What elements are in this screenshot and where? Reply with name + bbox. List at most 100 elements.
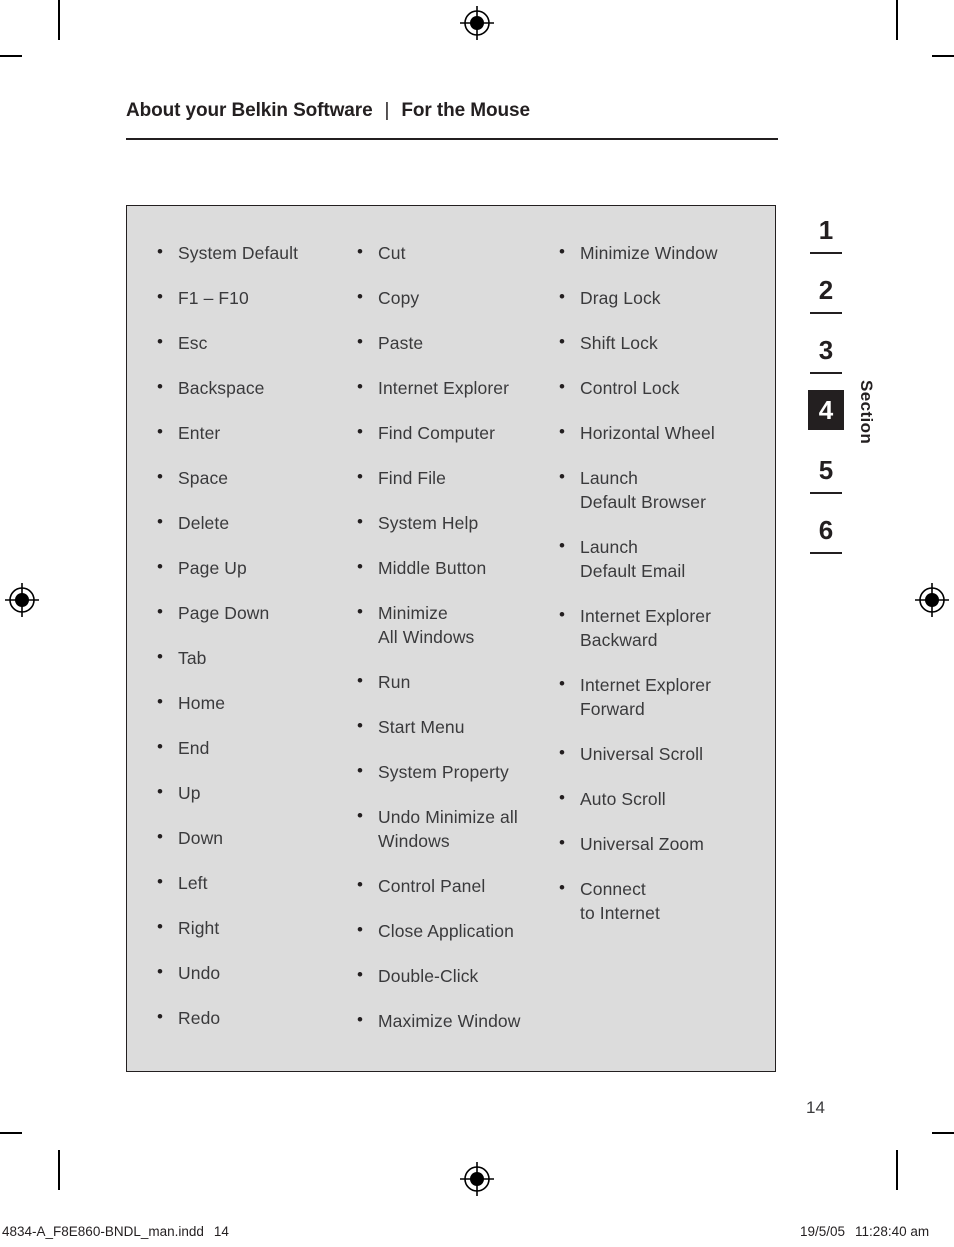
- feature-list-item: Internet Explorer Forward: [557, 672, 762, 721]
- feature-item-label: F1 – F10: [178, 288, 249, 308]
- feature-item-label: Horizontal Wheel: [580, 423, 715, 443]
- feature-item-label: Esc: [178, 333, 208, 353]
- feature-list-item: Universal Zoom: [557, 831, 762, 856]
- print-footer-page: 14: [213, 1224, 229, 1239]
- feature-item-label: Home: [178, 693, 226, 713]
- feature-list-item: Launch Default Browser: [557, 465, 762, 514]
- feature-columns: System Default F1 – F10 Esc Backspace Enter S…: [127, 206, 775, 1071]
- section-tab-divider: [810, 312, 842, 314]
- feature-list-item: Enter: [155, 420, 355, 445]
- feature-item-label: Universal Zoom: [580, 834, 704, 854]
- registration-mark-left: [5, 583, 39, 617]
- feature-list-item: Right: [155, 915, 355, 940]
- header-separator: |: [384, 100, 390, 121]
- feature-column-keyboard-commands: System Default F1 – F10 Esc Backspace Enter S…: [155, 240, 355, 1051]
- feature-item-label: Run: [378, 672, 411, 692]
- feature-item-label: System Help: [378, 513, 479, 533]
- section-tab-number: 3: [818, 335, 834, 365]
- feature-item-label-line2: Default Email: [580, 561, 686, 581]
- registration-mark-right: [915, 583, 949, 617]
- feature-item-label: Internet Explorer: [580, 675, 712, 695]
- feature-list-item: Space: [155, 465, 355, 490]
- feature-item-label: Launch: [580, 468, 639, 488]
- feature-item-label: Middle Button: [378, 558, 487, 578]
- feature-item-label-line2: Windows: [378, 831, 450, 851]
- page-subtitle: For the Mouse: [401, 100, 530, 121]
- feature-list-item: Esc: [155, 330, 355, 355]
- feature-list-item: Minimize Window: [557, 240, 762, 265]
- feature-list-item: Tab: [155, 645, 355, 670]
- print-footer-time: 11:28:40 am: [855, 1224, 930, 1239]
- feature-item-label: Undo: [178, 963, 221, 983]
- feature-item-label-line2: All Windows: [378, 627, 475, 647]
- feature-item-label: Drag Lock: [580, 288, 661, 308]
- crop-mark-top-right-vertical: [896, 0, 898, 40]
- feature-list-item: System Default: [155, 240, 355, 265]
- feature-item-label: Close Application: [378, 921, 514, 941]
- feature-item-label: Enter: [178, 423, 221, 443]
- header-title-row: About your Belkin Software | For the Mouse: [126, 100, 778, 122]
- feature-list-item: Run: [355, 669, 555, 694]
- feature-list-item: Page Down: [155, 600, 355, 625]
- section-tab-divider: [810, 492, 842, 494]
- feature-list-item: End: [155, 735, 355, 760]
- feature-list-item: Middle Button: [355, 555, 555, 580]
- feature-item-label: Left: [178, 873, 208, 893]
- section-navigation-label: Section: [857, 380, 876, 445]
- section-navigation: 1 2 3 4 5 6: [808, 210, 844, 570]
- feature-list-item: Horizontal Wheel: [557, 420, 762, 445]
- feature-item-label: Maximize Window: [378, 1011, 521, 1031]
- feature-list-column-1: System Default F1 – F10 Esc Backspace Enter S…: [155, 240, 355, 1030]
- section-tab-number: 6: [818, 515, 834, 545]
- feature-list-panel: System Default F1 – F10 Esc Backspace Enter S…: [126, 205, 776, 1072]
- section-tab-5[interactable]: 5: [808, 450, 844, 498]
- feature-item-label: Internet Explorer: [378, 378, 510, 398]
- feature-item-label: Redo: [178, 1008, 221, 1028]
- feature-list-item: Control Lock: [557, 375, 762, 400]
- feature-list-item: Home: [155, 690, 355, 715]
- feature-list-item: Control Panel: [355, 873, 555, 898]
- feature-list-item: Paste: [355, 330, 555, 355]
- feature-item-label: Backspace: [178, 378, 265, 398]
- feature-list-item: Page Up: [155, 555, 355, 580]
- feature-item-label-line2: Default Browser: [580, 492, 706, 512]
- section-tab-1[interactable]: 1: [808, 210, 844, 258]
- feature-list-item: Down: [155, 825, 355, 850]
- print-footer-left: 4834-A_F8E860-BNDL_man.indd 14: [2, 1224, 229, 1239]
- feature-list-item: Close Application: [355, 918, 555, 943]
- feature-item-label: Control Panel: [378, 876, 486, 896]
- feature-list-item: Internet Explorer: [355, 375, 555, 400]
- feature-list-item: Auto Scroll: [557, 786, 762, 811]
- feature-item-label: Page Up: [178, 558, 247, 578]
- feature-item-label: Minimize: [378, 603, 448, 623]
- feature-list-item: Start Menu: [355, 714, 555, 739]
- section-tab-number: 4: [808, 390, 844, 430]
- feature-item-label: Find Computer: [378, 423, 496, 443]
- section-tab-6[interactable]: 6: [808, 510, 844, 558]
- feature-item-label: Launch: [580, 537, 639, 557]
- registration-mark-bottom: [460, 1162, 494, 1196]
- feature-item-label: Control Lock: [580, 378, 680, 398]
- feature-item-label: Copy: [378, 288, 420, 308]
- section-tab-number: 5: [818, 455, 834, 485]
- section-tab-3[interactable]: 3: [808, 330, 844, 378]
- section-tab-divider: [810, 552, 842, 554]
- section-tab-2[interactable]: 2: [808, 270, 844, 318]
- feature-list-item: Backspace: [155, 375, 355, 400]
- header-divider: [126, 138, 778, 140]
- feature-list-item: Maximize Window: [355, 1008, 555, 1033]
- page-title: About your Belkin Software: [126, 100, 373, 121]
- feature-item-label-line2: Forward: [580, 699, 645, 719]
- crop-mark-bottom-right-vertical: [896, 1150, 898, 1190]
- feature-list-column-3: Minimize Window Drag Lock Shift Lock Contro…: [557, 240, 762, 925]
- feature-column-mouse-commands: Minimize Window Drag Lock Shift Lock Contro…: [557, 240, 762, 946]
- feature-list-item: Connect to Internet: [557, 876, 762, 925]
- crop-mark-top-left-horizontal: [0, 55, 22, 57]
- section-tab-4[interactable]: 4: [808, 390, 844, 438]
- feature-list-item: Copy: [355, 285, 555, 310]
- feature-item-label: End: [178, 738, 210, 758]
- feature-list-column-2: Cut Copy Paste Internet Explorer Find Comput…: [355, 240, 555, 1033]
- feature-list-item: Delete: [155, 510, 355, 535]
- feature-item-label: Double-Click: [378, 966, 479, 986]
- feature-list-item: Cut: [355, 240, 555, 265]
